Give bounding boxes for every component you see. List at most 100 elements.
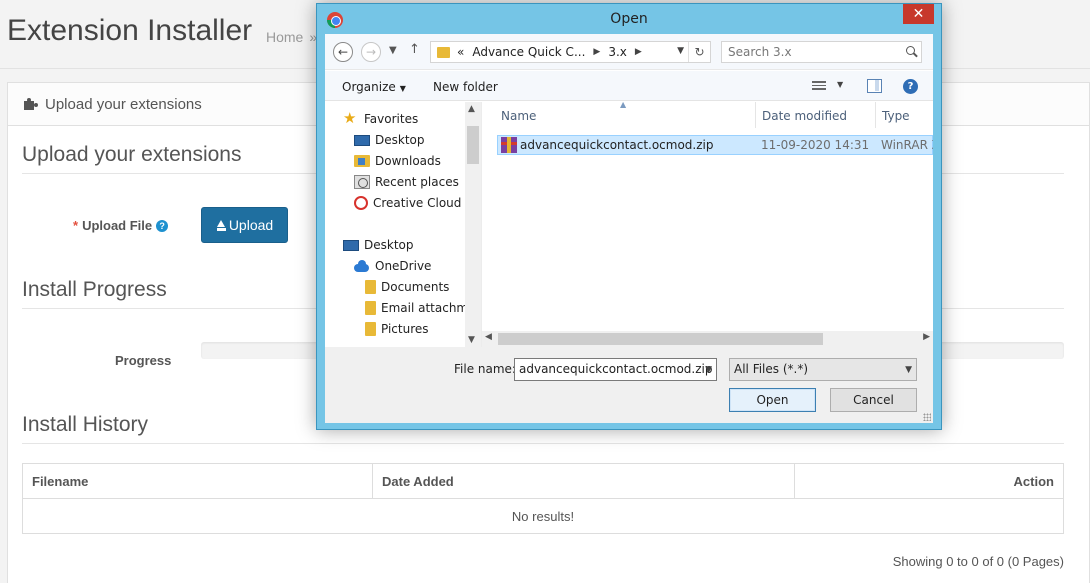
table-row: No results!: [22, 498, 1064, 534]
column-divider[interactable]: [875, 102, 876, 128]
view-options-dropdown[interactable]: ▼: [837, 80, 843, 89]
close-button[interactable]: ✕: [903, 4, 934, 24]
file-list-horizontal-scrollbar[interactable]: ◀ ▶: [482, 331, 933, 347]
column-divider[interactable]: [755, 102, 756, 128]
navigation-pane: Favorites Desktop Downloads Recent place…: [325, 102, 480, 347]
nav-item-desktop-root[interactable]: Desktop: [343, 238, 414, 252]
organize-label: Organize: [342, 80, 396, 94]
cancel-button[interactable]: Cancel: [830, 388, 917, 412]
resize-grip[interactable]: [923, 413, 931, 421]
nav-item-label: OneDrive: [375, 259, 432, 273]
organize-menu[interactable]: Organize ▼: [342, 80, 406, 94]
scroll-left-icon[interactable]: ◀: [485, 332, 492, 342]
nav-item-email-attachments[interactable]: Email attachme: [365, 301, 476, 315]
nav-item-onedrive[interactable]: OneDrive: [354, 259, 431, 273]
scrollbar-thumb[interactable]: [467, 126, 479, 164]
nav-item-label: Recent places: [375, 175, 459, 189]
nav-item-pictures[interactable]: Pictures: [365, 322, 429, 336]
nav-item-label: Creative Cloud F: [373, 196, 473, 210]
new-folder-button[interactable]: New folder: [433, 80, 498, 94]
breadcrumb-home[interactable]: Home: [266, 29, 303, 45]
install-history-table: Filename Date Added Action No results!: [22, 463, 1064, 534]
column-header-type[interactable]: Type: [882, 109, 910, 123]
open-button[interactable]: Open: [729, 388, 816, 412]
section-title-progress: Install Progress: [22, 278, 167, 301]
navigation-pane-scrollbar[interactable]: ▲ ▼: [465, 102, 481, 347]
section-title-history: Install History: [22, 413, 149, 436]
file-row-selected[interactable]: advancequickcontact.ocmod.zip 11-09-2020…: [497, 135, 933, 155]
recent-places-icon: [354, 175, 370, 189]
column-header-date-modified[interactable]: Date modified: [762, 109, 847, 123]
address-segment[interactable]: Advance Quick C...: [472, 45, 585, 59]
puzzle-icon: [22, 97, 38, 111]
file-name: advancequickcontact.ocmod.zip: [520, 138, 714, 152]
file-date-modified: 11-09-2020 14:31: [761, 138, 870, 152]
dialog-toolbar: Organize ▼ New folder ▼ ?: [325, 71, 933, 101]
chevron-right-icon[interactable]: ▶: [635, 47, 642, 57]
preview-pane-icon[interactable]: [867, 79, 882, 93]
search-input[interactable]: Search 3.x: [721, 41, 922, 63]
folder-icon: [437, 46, 450, 58]
address-overflow-chevron[interactable]: «: [457, 45, 464, 59]
scrollbar-thumb[interactable]: [498, 333, 823, 345]
winrar-archive-icon: [501, 137, 517, 153]
nav-item-desktop[interactable]: Desktop: [354, 133, 425, 147]
folder-icon: [365, 280, 376, 294]
up-folder-button[interactable]: ↑: [409, 42, 420, 57]
nav-item-label: Email attachme: [381, 301, 476, 315]
section-title-upload: Upload your extensions: [22, 143, 242, 166]
address-history-dropdown[interactable]: ▼: [677, 46, 684, 56]
required-marker: *: [73, 218, 79, 233]
desktop-icon: [354, 135, 370, 146]
scroll-down-icon[interactable]: ▼: [468, 335, 475, 345]
table-header-row: Filename Date Added Action: [22, 463, 1064, 499]
scroll-up-icon[interactable]: ▲: [468, 104, 475, 114]
forward-button[interactable]: →: [361, 42, 381, 62]
recent-locations-dropdown[interactable]: ▼: [389, 45, 397, 56]
nav-item-favorites[interactable]: Favorites: [343, 109, 419, 127]
nav-item-label: Favorites: [364, 112, 419, 126]
open-file-dialog: Open ✕ ← → ▼ ↑ « Advance Quick C... ▶ 3.…: [316, 3, 942, 430]
address-segment[interactable]: 3.x: [608, 45, 627, 59]
chevron-down-icon[interactable]: ▼: [705, 360, 712, 381]
nav-item-label: Desktop: [375, 133, 425, 147]
nav-item-recent-places[interactable]: Recent places: [354, 175, 459, 189]
file-type-select[interactable]: All Files (*.*) ▼: [729, 358, 917, 381]
section-divider: [22, 443, 1064, 444]
column-header-name[interactable]: Name: [501, 109, 536, 123]
search-placeholder: Search 3.x: [728, 45, 792, 59]
view-options-icon[interactable]: [812, 81, 826, 92]
file-type: WinRAR Z: [881, 138, 933, 152]
address-bar[interactable]: « Advance Quick C... ▶ 3.x ▶ ▼ ↻: [430, 41, 711, 63]
dialog-title: Open: [610, 11, 648, 27]
column-header-date-added: Date Added: [372, 463, 795, 499]
nav-item-documents[interactable]: Documents: [365, 280, 449, 294]
upload-button[interactable]: Upload: [201, 207, 288, 243]
dialog-body: ← → ▼ ↑ « Advance Quick C... ▶ 3.x ▶ ▼ ↻…: [325, 34, 933, 423]
file-list: ▲ Name Date modified Type advancequickco…: [482, 102, 933, 331]
column-header-action: Action: [794, 463, 1064, 499]
upload-icon: [216, 219, 227, 231]
nav-item-label: Pictures: [381, 322, 429, 336]
chevron-right-icon[interactable]: ▶: [593, 47, 600, 57]
search-icon[interactable]: [906, 46, 915, 55]
empty-results-message: No results!: [22, 498, 1064, 534]
refresh-icon[interactable]: ↻: [688, 42, 710, 62]
nav-item-creative-cloud[interactable]: Creative Cloud F: [354, 196, 472, 210]
progress-label: Progress: [115, 353, 172, 368]
back-button[interactable]: ←: [333, 42, 353, 62]
pagination-summary: Showing 0 to 0 of 0 (0 Pages): [892, 554, 1064, 569]
desktop-icon: [343, 240, 359, 251]
upload-file-label: * Upload File?: [73, 218, 169, 233]
sort-ascending-icon: ▲: [620, 102, 627, 109]
dialog-footer: File name: advancequickcontact.ocmod.zip…: [325, 347, 933, 423]
breadcrumb: Home»: [266, 29, 317, 45]
file-name-input[interactable]: advancequickcontact.ocmod.zip ▼: [514, 358, 717, 381]
chevron-down-icon[interactable]: ▼: [905, 360, 912, 381]
navigation-bar: ← → ▼ ↑ « Advance Quick C... ▶ 3.x ▶ ▼ ↻…: [325, 34, 933, 70]
nav-item-downloads[interactable]: Downloads: [354, 154, 441, 168]
help-icon[interactable]: ?: [156, 220, 169, 232]
scroll-right-icon[interactable]: ▶: [923, 332, 930, 342]
nav-item-label: Downloads: [375, 154, 441, 168]
help-icon[interactable]: ?: [903, 79, 918, 94]
